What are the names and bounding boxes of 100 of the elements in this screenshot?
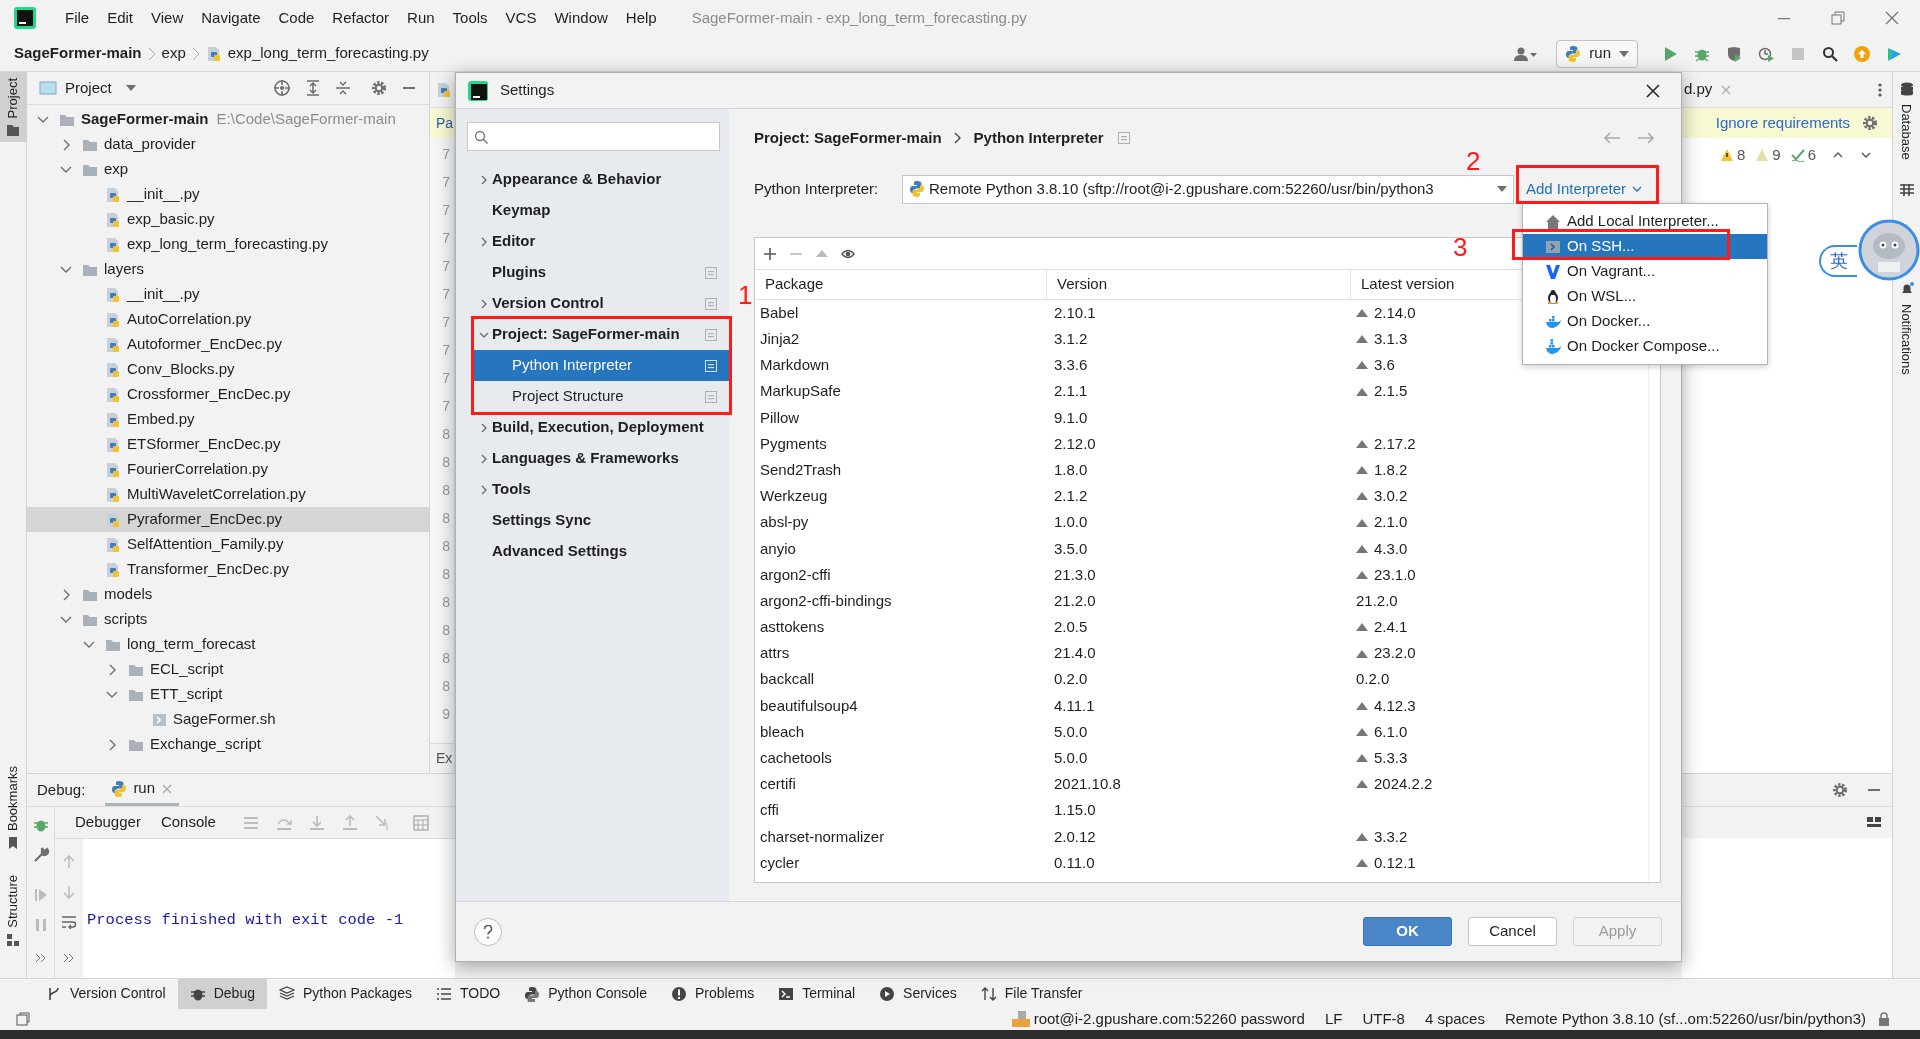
nav-item[interactable]: Version Control	[474, 288, 729, 319]
nav-item[interactable]: Editor	[474, 226, 729, 257]
expand-all-icon[interactable]	[305, 80, 321, 96]
menu-item[interactable]: View	[142, 6, 193, 30]
tree-item[interactable]: Crossformer_EncDec.py	[27, 382, 429, 407]
add-interpreter-link[interactable]: Add Interpreter	[1526, 177, 1643, 201]
tree-item[interactable]: Embed.py	[27, 407, 429, 432]
editor-tab[interactable]: d.py	[1684, 78, 1733, 101]
menu-item[interactable]: On SSH...	[1523, 234, 1767, 259]
plugin-logo-icon[interactable]	[1886, 45, 1902, 62]
menu-item[interactable]: On WSL...	[1523, 284, 1767, 309]
breadcrumb-item[interactable]: exp	[161, 42, 186, 65]
tab[interactable]: Console	[150, 806, 226, 839]
menu-item[interactable]: Navigate	[192, 6, 270, 30]
wrench-icon[interactable]	[32, 847, 49, 863]
status-item[interactable]: UTF-8	[1362, 1007, 1405, 1031]
menu-item[interactable]: Run	[398, 6, 444, 30]
tree-item[interactable]: Pyraformer_EncDec.py	[27, 507, 429, 532]
menu-item[interactable]: Edit	[98, 6, 143, 30]
tree-item[interactable]: Exchange_script	[27, 732, 429, 757]
tree-item[interactable]: SageFormer.sh	[27, 707, 429, 732]
tool-window-tab[interactable]: Notifications	[1896, 303, 1917, 375]
nav-item[interactable]: Advanced Settings	[474, 536, 729, 567]
status-item[interactable]: root@i-2.gpushare.com:52260 password	[1033, 1007, 1305, 1031]
tree-item[interactable]: SelfAttention_Family.py	[27, 532, 429, 557]
tree-item[interactable]: data_provider	[27, 132, 429, 157]
tool-window-tab[interactable]: Version Control	[34, 978, 178, 1009]
nav-item[interactable]: Python Interpreter	[474, 350, 729, 381]
status-item[interactable]: LF	[1324, 1007, 1343, 1031]
menu-item[interactable]: Code	[269, 6, 324, 30]
breadcrumb-item[interactable]: Python Interpreter	[973, 126, 1104, 150]
tree-item[interactable]: exp_long_term_forecasting.py	[27, 232, 429, 257]
menu-item[interactable]: Refactor	[323, 6, 399, 30]
tree-item[interactable]: exp	[27, 157, 429, 182]
status-item[interactable]: Remote Python 3.8.10 (sf...om:52260/usr/bin/python3)	[1504, 1007, 1866, 1031]
menu-item[interactable]: Window	[545, 6, 617, 30]
tool-window-tab[interactable]: Database	[1896, 104, 1917, 160]
settings-icon[interactable]	[1862, 115, 1878, 131]
update-icon[interactable]	[1854, 45, 1870, 62]
nav-item[interactable]: Plugins	[474, 257, 729, 288]
menu-item[interactable]: On Vagrant...	[1523, 259, 1767, 284]
search-field[interactable]	[467, 122, 720, 151]
nav-item[interactable]: Languages & Frameworks	[474, 443, 729, 474]
lock-icon[interactable]	[1878, 1012, 1890, 1026]
inspection-counter[interactable]: 6	[1790, 143, 1816, 167]
nav-item[interactable]: Appearance & Behavior	[474, 164, 729, 195]
tool-window-tab[interactable]: Services	[867, 978, 969, 1009]
menu-item[interactable]: On Docker...	[1523, 309, 1767, 334]
profiler-icon[interactable]	[1758, 45, 1774, 62]
settings-icon[interactable]	[1832, 782, 1848, 798]
column-header[interactable]: Package	[755, 270, 1047, 299]
nav-item[interactable]: Keymap	[474, 195, 729, 226]
view-selector[interactable]: Project	[65, 76, 136, 100]
ok-button[interactable]: OK	[1363, 917, 1452, 946]
tree-item[interactable]: models	[27, 582, 429, 607]
tree-item[interactable]: ETSformer_EncDec.py	[27, 432, 429, 457]
tool-window-tab[interactable]: Project	[0, 72, 27, 143]
tree-item[interactable]: __init__.py	[27, 282, 429, 307]
breadcrumb-item[interactable]: SageFormer-main	[14, 42, 142, 65]
menu-item[interactable]: On Docker Compose...	[1523, 334, 1767, 359]
search-icon[interactable]	[1822, 45, 1838, 62]
column-header[interactable]: Version	[1047, 270, 1351, 299]
inspection-counter[interactable]: 9	[1755, 143, 1781, 167]
panel-toggle-icon[interactable]	[16, 1012, 30, 1026]
tree-item[interactable]: ETT_script	[27, 682, 429, 707]
nav-item[interactable]: Build, Execution, Deployment	[474, 412, 729, 443]
tree-item[interactable]: Conv_Blocks.py	[27, 357, 429, 382]
menu-item[interactable]: File	[56, 6, 99, 30]
tool-window-tab[interactable]: Structure	[0, 869, 27, 952]
tool-window-tab[interactable]: File Transfer	[968, 978, 1095, 1009]
breadcrumb-item[interactable]: Project: SageFormer-main	[754, 126, 942, 150]
input-method-badge[interactable]: 英	[1819, 245, 1857, 277]
tool-window-tab[interactable]: Python Console	[512, 978, 659, 1009]
breadcrumb-item[interactable]: exp_long_term_forecasting.py	[227, 42, 429, 65]
tree-item[interactable]: exp_basic.py	[27, 207, 429, 232]
more-icon[interactable]	[34, 953, 47, 963]
back-icon[interactable]	[1603, 131, 1621, 145]
run-configuration-dropdown[interactable]: run	[1556, 39, 1638, 68]
run-icon[interactable]	[1662, 45, 1678, 62]
soft-wrap-icon[interactable]	[61, 915, 77, 929]
tree-item[interactable]: ECL_script	[27, 657, 429, 682]
mascot-avatar-icon[interactable]	[1858, 218, 1920, 282]
tree-item[interactable]: FourierCorrelation.py	[27, 457, 429, 482]
nav-item[interactable]: Tools	[474, 474, 729, 505]
menu-item[interactable]: Tools	[443, 6, 497, 30]
user-icon[interactable]	[1514, 45, 1539, 62]
help-button[interactable]	[474, 917, 502, 946]
tool-window-tab[interactable]: TODO	[423, 978, 513, 1009]
tool-window-tab[interactable]: Python Packages	[267, 978, 424, 1009]
tool-window-tab[interactable]: Terminal	[766, 978, 868, 1009]
collapse-all-icon[interactable]	[335, 80, 351, 96]
tree-item[interactable]: scripts	[27, 607, 429, 632]
inspection-counter[interactable]: 8	[1719, 143, 1746, 167]
tool-window-tab[interactable]: Bookmarks	[0, 760, 27, 856]
add-icon[interactable]	[763, 246, 777, 261]
more-icon[interactable]	[1878, 81, 1882, 98]
tree-item[interactable]: layers	[27, 257, 429, 282]
tree-item[interactable]: SageFormer-main E:\Code\SageFormer-main	[27, 107, 429, 132]
dialog-button[interactable]: Cancel	[1468, 917, 1557, 946]
status-item[interactable]: 4 spaces	[1424, 1007, 1485, 1031]
